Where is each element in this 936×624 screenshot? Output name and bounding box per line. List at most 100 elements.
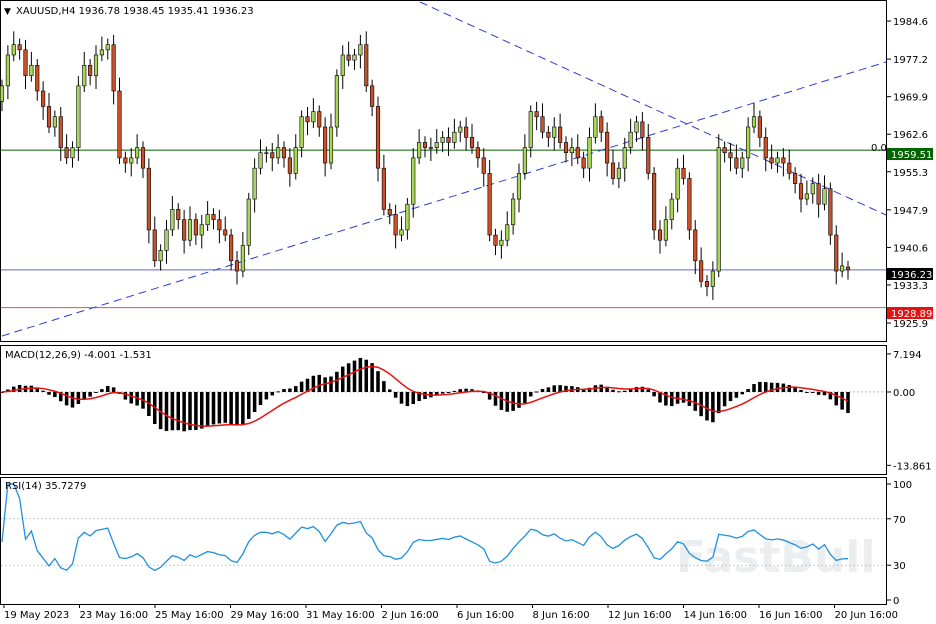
candle-body [828,188,833,236]
green-line-tag: 1959.51 [891,150,932,161]
candle-body [223,229,228,236]
macd-bar [499,391,504,410]
price-axis-label: 1925.9 [893,319,928,330]
macd-bar [446,391,451,393]
trading-chart[interactable]: FastBull 1984.61977.21969.91962.61955.31… [0,0,936,624]
macd-bar [652,391,656,397]
candle-body [46,106,52,128]
candle-body [182,219,187,241]
candle-body [375,106,381,169]
macd-bar [552,385,557,392]
candle-body [610,162,616,179]
time-axis-label: 8 Jun 16:00 [533,610,590,621]
candle-body [417,142,422,159]
candle-body [810,183,815,195]
candle-body [793,173,798,184]
macd-bar [194,391,198,430]
candle-body [135,147,140,159]
candle-body [270,152,275,159]
candle-body [199,224,204,236]
candle-body [428,147,433,149]
time-axis-label: 23 May 16:00 [80,610,149,621]
macd-bar [523,391,527,404]
candle-body [399,229,404,236]
candle-body [70,147,75,159]
candle-body [0,85,5,102]
macd-bar [528,391,533,397]
macd-bar [558,385,562,392]
candle-body [82,64,87,87]
candle-body [346,54,351,61]
candle-body [816,183,821,205]
candle-body [481,157,486,174]
candle-body [252,167,257,200]
candle-body [187,219,193,241]
candle-body [317,111,322,128]
macd-bar [399,391,404,404]
candle-body [487,173,492,236]
macd-axis-label: -13.861 [893,461,932,472]
candle-body [634,121,639,133]
candle-body [152,229,157,262]
candle-body [229,234,234,262]
price-axis-label: 1977.2 [893,55,928,66]
candle-body [587,137,592,169]
candle-body [58,116,63,148]
time-axis-label: 29 May 16:00 [231,610,300,621]
candle-body [129,157,134,164]
macd-bar [687,391,692,406]
macd-bar [170,391,175,431]
candle-body [393,214,398,236]
macd-bar [100,389,104,392]
macd-bar [182,391,186,432]
candle-body [669,198,674,220]
macd-bar [176,391,181,431]
macd-bar [816,391,821,395]
candle-body [464,126,469,138]
macd-bar [241,391,245,425]
price-panel[interactable] [0,0,887,342]
macd-bar [223,391,228,423]
candle-body [528,111,533,148]
candle-body [158,250,163,262]
macd-bar [799,390,803,392]
macd-bar [617,391,621,393]
macd-bar [722,391,727,407]
macd-bar [622,390,627,392]
candle-body [287,157,292,174]
candle-body [328,126,334,164]
candle-body [640,121,645,138]
candle-body [757,116,762,138]
candle-body [804,193,809,200]
candle-body [722,147,727,154]
price-axis-label: 1940.6 [893,243,928,254]
candle-body [593,116,598,138]
macd-bar [17,384,22,392]
candle-body [311,111,316,123]
price-axis-label: 1962.6 [893,130,928,141]
macd-bar [335,371,339,392]
macd-bar [211,391,216,425]
candle-body [781,157,786,164]
candle-body [52,116,57,128]
candle-body [845,266,851,271]
candle-body [787,162,792,174]
candle-body [751,116,757,128]
rsi-axis-label: 30 [893,561,906,572]
macd-bar [82,391,87,400]
macd-bar [270,391,275,396]
candle-body [657,229,663,241]
macd-panel[interactable] [0,345,887,475]
candle-body [605,131,610,164]
macd-bar [534,391,539,393]
macd-bar [740,391,745,395]
price-axis-label: 1955.3 [893,168,928,179]
price-triangle-icon: ▼ [4,7,11,17]
macd-bar [387,389,392,392]
candle-body [64,147,69,159]
candle-body [217,219,222,231]
time-axis-label: 25 May 16:00 [155,610,224,621]
price-axis-label: 1969.9 [893,93,928,104]
macd-bar [229,391,233,425]
blue-line-tag: 1936.23 [891,270,932,281]
